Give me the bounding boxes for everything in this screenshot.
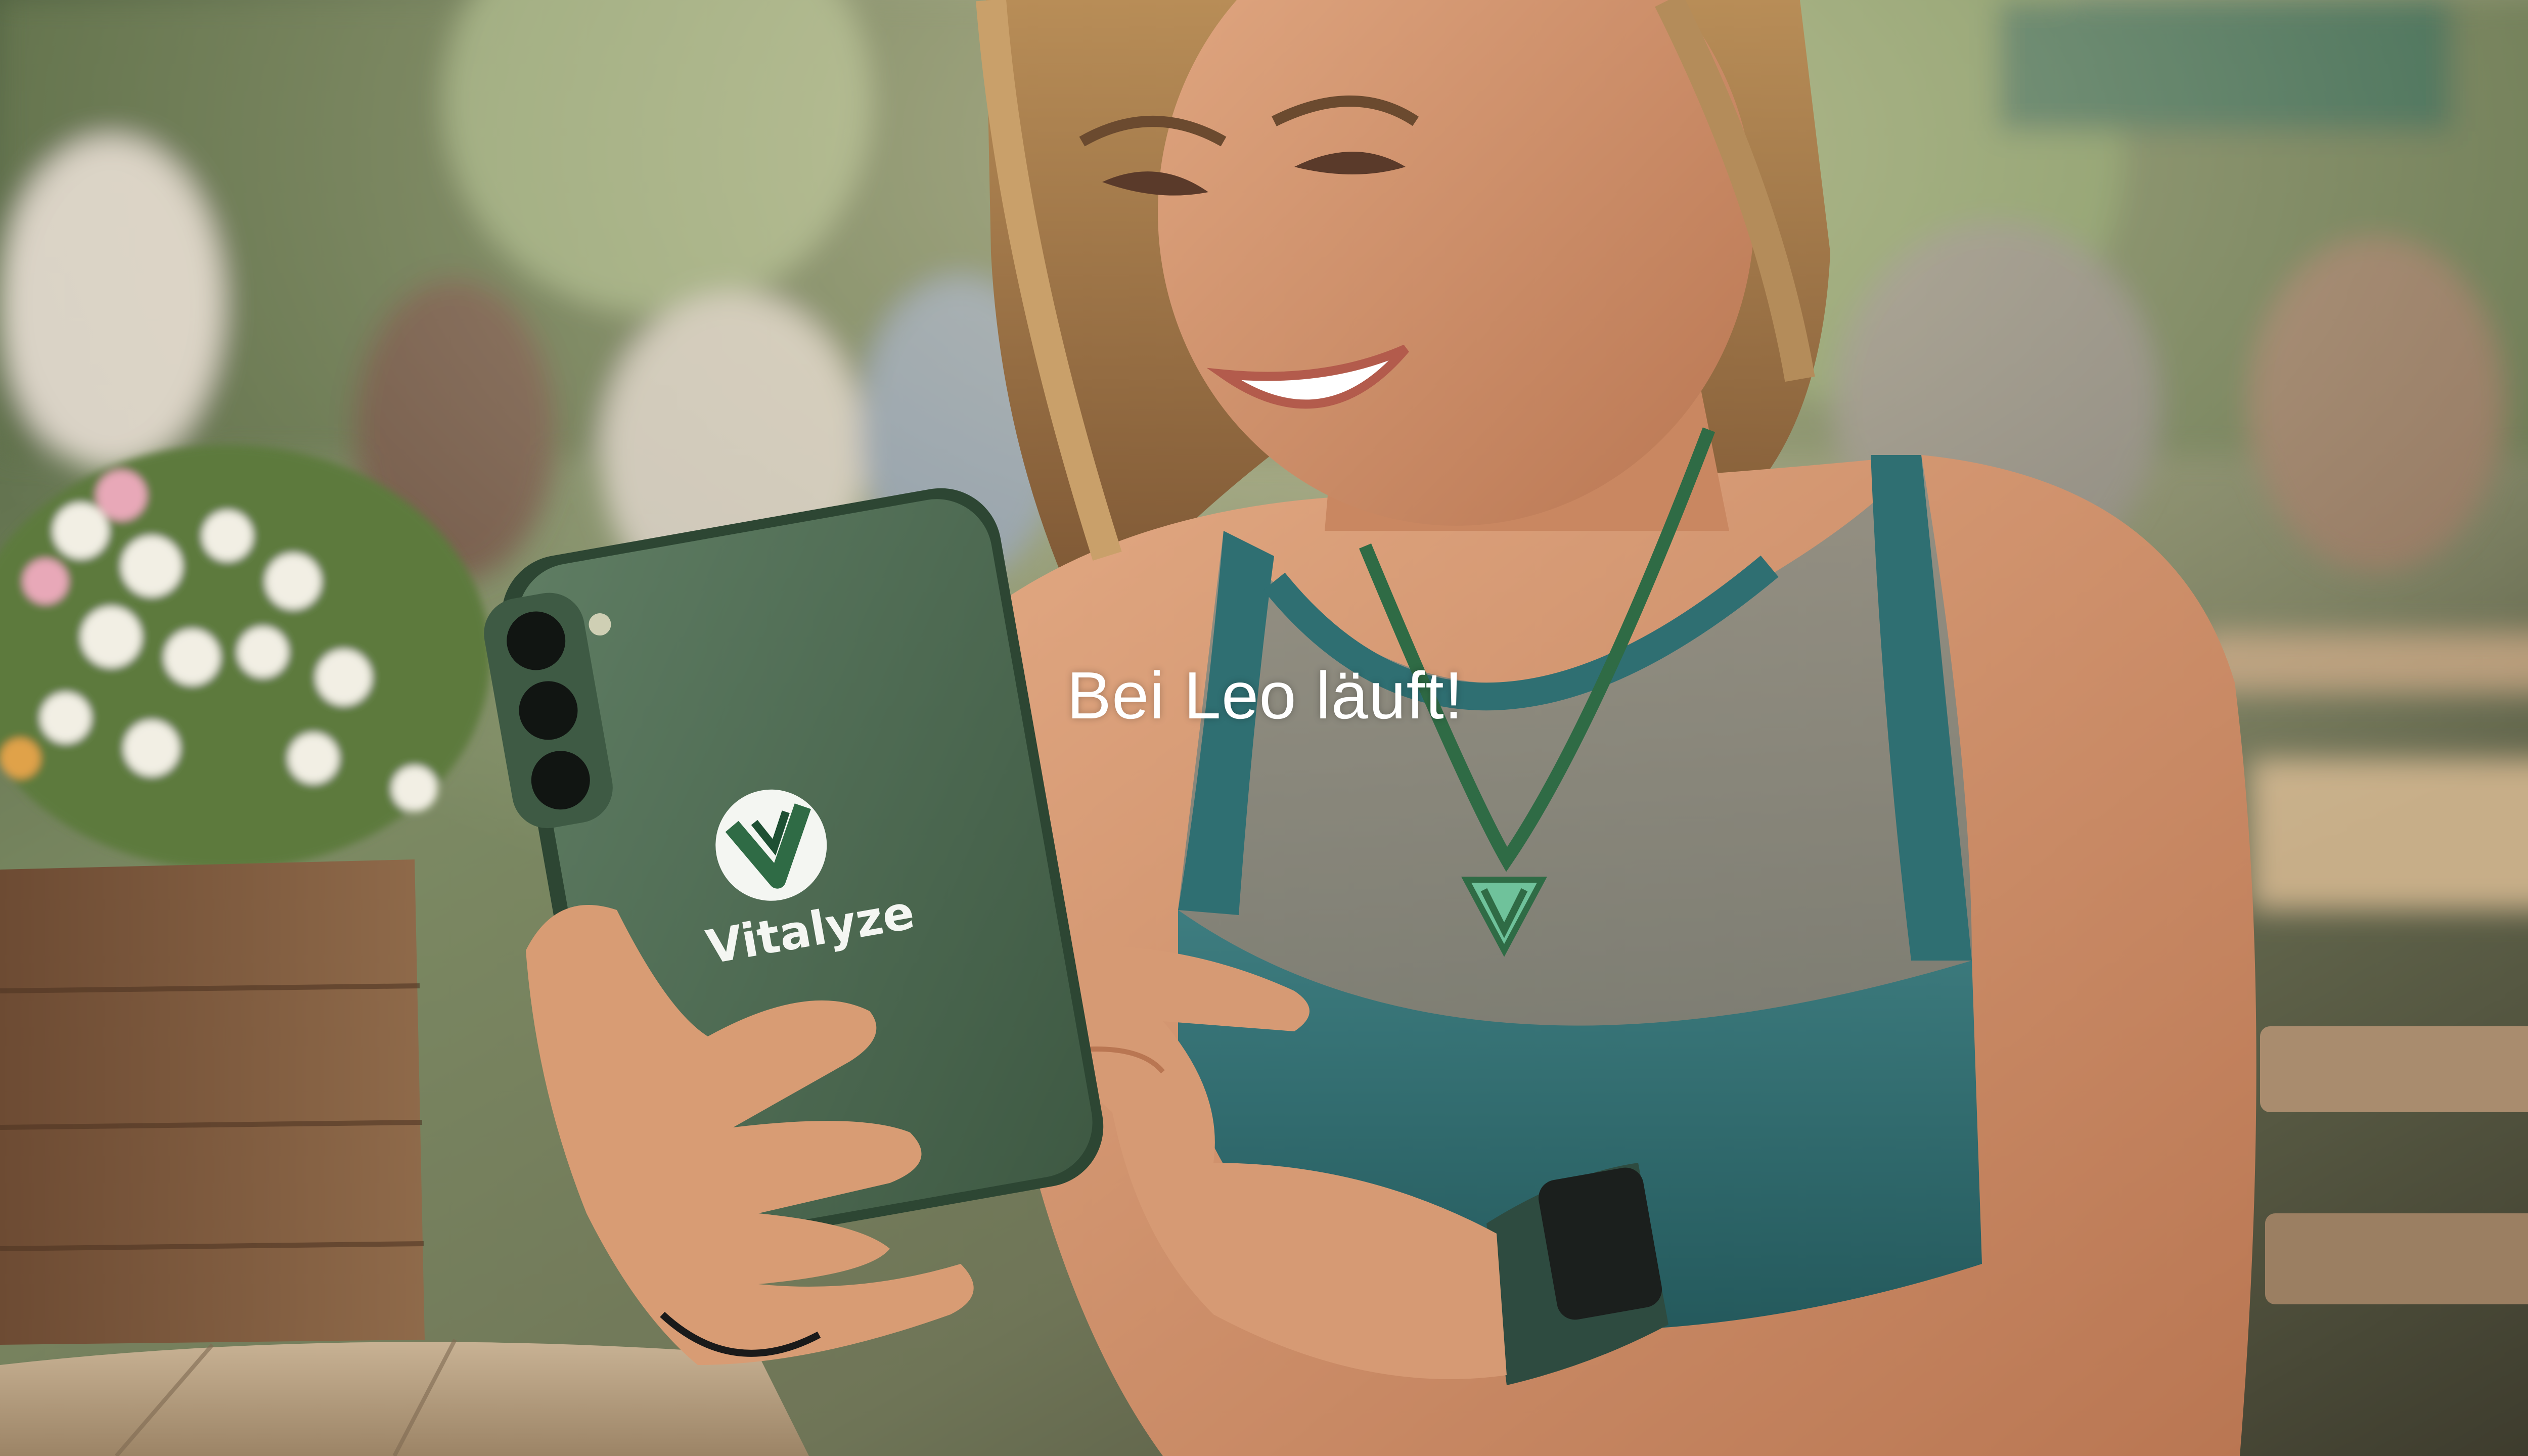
photo-scene: Vitalyze Bei Leo läuft! [0, 0, 2528, 1456]
vitalyze-wordmark: Vitalyze [702, 885, 918, 975]
vitalyze-logo: Vitalyze [702, 789, 918, 975]
caption-text: Bei Leo läuft! [1067, 658, 1464, 733]
table [0, 1339, 809, 1456]
